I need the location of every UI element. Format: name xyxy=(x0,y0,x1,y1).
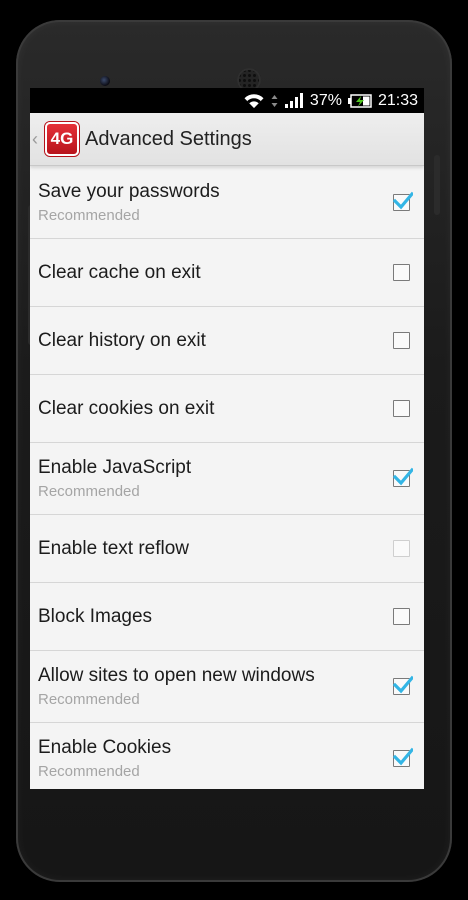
page-title: Advanced Settings xyxy=(85,127,252,150)
setting-summary: Recommended xyxy=(38,483,140,500)
battery-percent: 37% xyxy=(309,91,342,109)
setting-label: Clear cache on exit xyxy=(38,261,201,283)
setting-enable-javascript[interactable]: Enable JavaScript Recommended xyxy=(30,443,424,515)
app-logo[interactable]: 4G xyxy=(45,122,79,156)
checkbox-checked[interactable] xyxy=(393,747,413,767)
setting-label: Save your passwords xyxy=(38,180,220,202)
setting-clear-history[interactable]: Clear history on exit xyxy=(30,307,424,375)
checkbox-checked[interactable] xyxy=(393,191,413,211)
back-chevron-icon[interactable]: ‹ xyxy=(32,129,42,150)
setting-enable-cookies[interactable]: Enable Cookies Recommended xyxy=(30,723,424,789)
checkbox-unchecked[interactable] xyxy=(393,608,410,625)
screen: 37% 21:33 ‹ 4G Advanced Settings Save yo… xyxy=(30,88,424,789)
wifi-icon xyxy=(243,93,265,109)
setting-save-passwords[interactable]: Save your passwords Recommended xyxy=(30,166,424,239)
setting-block-images[interactable]: Block Images xyxy=(30,583,424,651)
data-arrows-icon xyxy=(271,93,278,109)
setting-clear-cache[interactable]: Clear cache on exit xyxy=(30,239,424,307)
checkbox-unchecked[interactable] xyxy=(393,400,410,417)
setting-label: Clear history on exit xyxy=(38,329,206,351)
setting-enable-text-reflow[interactable]: Enable text reflow xyxy=(30,515,424,583)
setting-label: Enable Cookies xyxy=(38,736,172,758)
battery-charging-icon xyxy=(347,93,372,108)
checkbox-disabled[interactable] xyxy=(393,540,410,557)
signal-icon xyxy=(284,92,304,109)
status-bar: 37% 21:33 xyxy=(30,88,424,113)
setting-summary: Recommended xyxy=(38,691,140,708)
checkbox-unchecked[interactable] xyxy=(393,264,410,281)
setting-label: Allow sites to open new windows xyxy=(38,665,315,686)
power-button xyxy=(434,155,440,215)
setting-label: Clear cookies on exit xyxy=(38,397,215,419)
setting-label: Block Images xyxy=(38,605,153,627)
action-bar: ‹ 4G Advanced Settings xyxy=(30,113,424,166)
setting-summary: Recommended xyxy=(38,206,140,224)
checkbox-checked[interactable] xyxy=(393,675,413,695)
setting-summary: Recommended xyxy=(38,762,140,780)
checkbox-checked[interactable] xyxy=(393,467,413,487)
clock: 21:33 xyxy=(377,91,418,109)
checkbox-unchecked[interactable] xyxy=(393,332,410,349)
front-camera xyxy=(100,76,110,86)
setting-clear-cookies[interactable]: Clear cookies on exit xyxy=(30,375,424,443)
setting-allow-new-windows[interactable]: Allow sites to open new windows Recommen… xyxy=(30,651,424,723)
setting-label: Enable JavaScript xyxy=(38,457,192,478)
setting-label: Enable text reflow xyxy=(38,537,190,559)
settings-list: Save your passwords Recommended Clear ca… xyxy=(30,166,424,789)
